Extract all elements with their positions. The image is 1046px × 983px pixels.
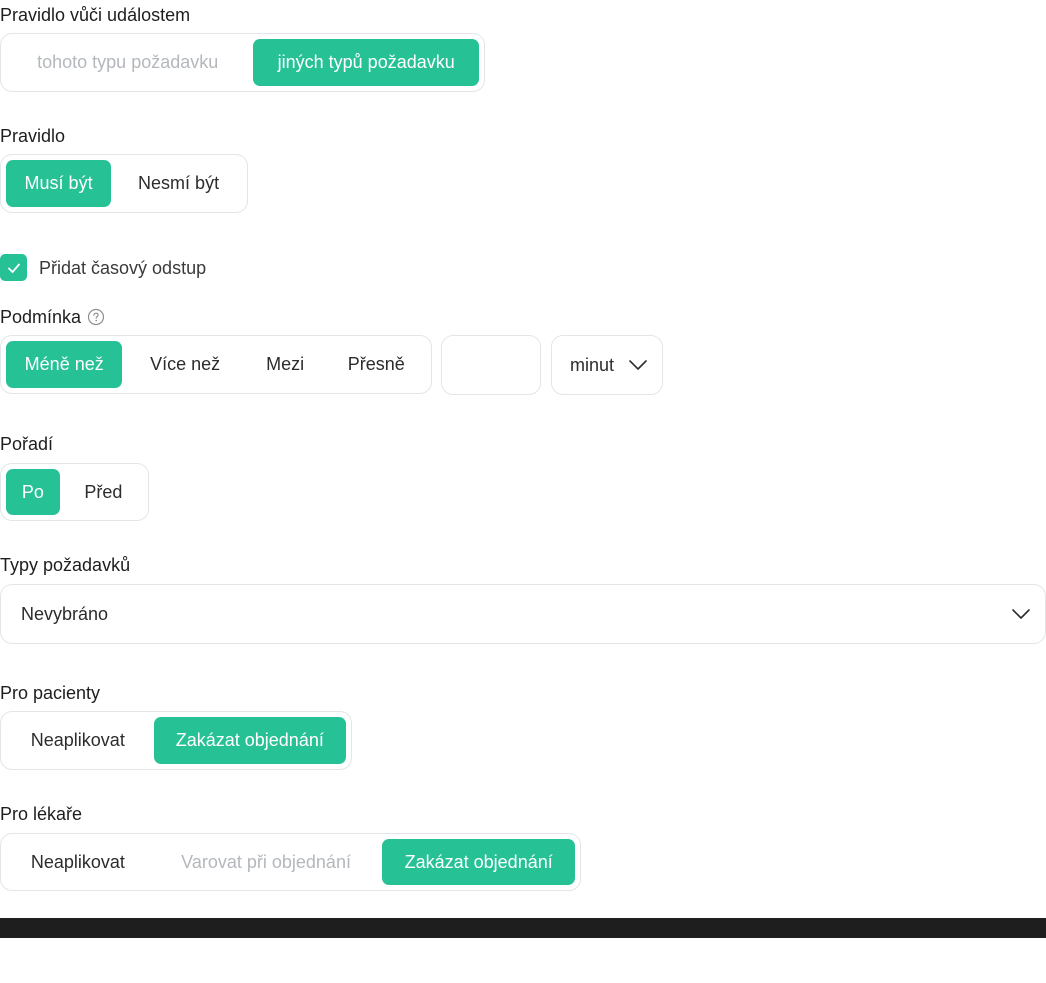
condition-label: Podmínka <box>0 307 82 327</box>
time-offset-label: Přidat časový odstup <box>39 258 207 278</box>
time-offset-checkbox[interactable] <box>0 254 27 281</box>
for-patients-segmented: Neaplikovat Zakázat objednání <box>0 711 352 770</box>
for-patients-label: Pro pacienty <box>0 683 101 703</box>
option-after[interactable]: Po <box>6 469 60 515</box>
option-must-not-be[interactable]: Nesmí být <box>115 160 242 207</box>
order-segmented: Po Před <box>0 463 149 521</box>
for-doctors-label: Pro lékaře <box>0 804 83 824</box>
condition-value-input[interactable] <box>441 335 541 395</box>
option-must-be[interactable]: Musí být <box>6 160 112 207</box>
option-doctors-warn-booking[interactable]: Varovat při objednání <box>154 839 379 885</box>
event-rule-label: Pravidlo vůči událostem <box>0 5 191 25</box>
option-doctors-forbid-booking[interactable]: Zakázat objednání <box>382 839 576 885</box>
for-doctors-segmented: Neaplikovat Varovat při objednání Zakáza… <box>0 833 581 891</box>
chevron-down-icon <box>1012 609 1030 619</box>
request-types-value: Nevybráno <box>21 603 109 624</box>
option-exactly[interactable]: Přesně <box>326 341 426 388</box>
option-patients-not-apply[interactable]: Neaplikovat <box>6 717 150 764</box>
option-between[interactable]: Mezi <box>248 341 323 388</box>
event-rule-segmented: tohoto typu požadavku jiných typů požada… <box>0 33 485 92</box>
order-label: Pořadí <box>0 434 54 454</box>
option-patients-forbid-booking[interactable]: Zakázat objednání <box>153 717 346 764</box>
condition-segmented: Méně než Více než Mezi Přesně <box>0 335 432 394</box>
check-icon <box>7 263 20 273</box>
condition-label-row: Podmínka <box>0 306 105 328</box>
request-types-select[interactable]: Nevybráno <box>0 584 1046 644</box>
request-types-label: Typy požadavků <box>0 555 131 575</box>
option-doctors-not-apply[interactable]: Neaplikovat <box>6 839 150 885</box>
option-other-request-types[interactable]: jiných typů požadavku <box>253 39 479 86</box>
footer-bar <box>0 918 1046 938</box>
rule-label: Pravidlo <box>0 126 66 146</box>
unit-value: minut <box>570 354 615 375</box>
option-more-than[interactable]: Více než <box>126 341 243 388</box>
option-this-request-type[interactable]: tohoto typu požadavku <box>6 39 249 86</box>
option-before[interactable]: Před <box>64 469 143 515</box>
option-less-than[interactable]: Méně než <box>6 341 123 388</box>
question-circle-icon[interactable] <box>87 308 105 326</box>
rule-segmented: Musí být Nesmí být <box>0 154 248 213</box>
unit-select[interactable]: minut <box>551 335 663 395</box>
chevron-down-icon <box>629 360 647 370</box>
